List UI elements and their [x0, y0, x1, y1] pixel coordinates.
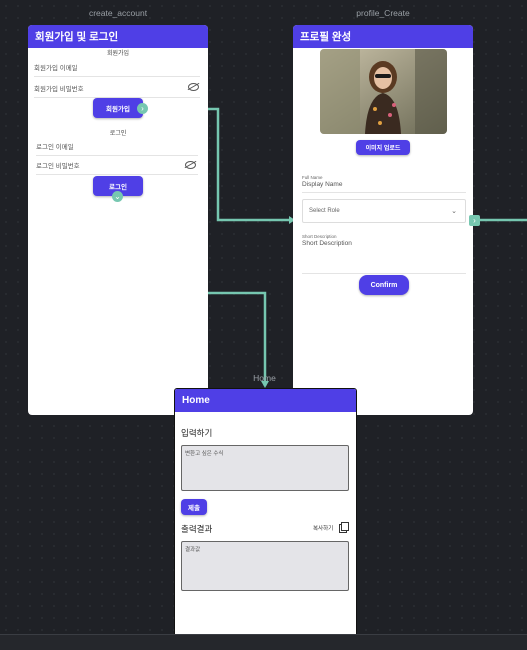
copy-icon[interactable] — [339, 522, 349, 533]
copy-label[interactable]: 복사하기 — [313, 524, 333, 532]
input-heading: 입력하기 — [181, 428, 213, 438]
visibility-off-icon[interactable] — [188, 83, 199, 91]
role-select[interactable]: Select Role ⌄ — [302, 199, 466, 223]
profile-create-screen: 프로필 완성 이미지 업로드 Full Name Display Name Se… — [293, 25, 473, 415]
create-account-screen: 회원가입 및 로그인 회원가입 회원가입 이메일 회원가입 비밀번호 회원가입 … — [28, 25, 208, 415]
login-email-field[interactable]: 로그인 이메일 — [36, 141, 198, 156]
confirm-button[interactable]: Confirm — [359, 275, 409, 295]
frame-label-profile-create: profile_Create — [356, 8, 410, 18]
signup-email-field[interactable]: 회원가입 이메일 — [34, 62, 200, 77]
short-desc-label: Short Description — [302, 234, 337, 239]
frame-label-create-account: create_account — [88, 8, 148, 18]
output-heading: 출력결과 — [181, 524, 213, 534]
connector-handle-icon[interactable]: › — [137, 103, 148, 114]
visibility-off-icon[interactable] — [185, 161, 196, 169]
signup-password-field[interactable]: 회원가입 비밀번호 — [34, 83, 200, 98]
output-result: 결과값 — [181, 541, 349, 591]
create-account-appbar: 회원가입 및 로그인 — [28, 25, 208, 48]
signup-section-label: 회원가입 — [106, 51, 130, 57]
fullname-label: Full Name — [302, 175, 323, 180]
profile-title: 프로필 완성 — [300, 31, 352, 43]
connector-handle-icon[interactable]: ⌄ — [112, 191, 123, 202]
frame-label-home: Home — [253, 373, 276, 383]
home-appbar: Home — [175, 389, 356, 412]
profile-appbar: 프로필 완성 — [293, 25, 473, 48]
canvas-bottom-bar — [0, 634, 527, 650]
login-section-label: 로그인 — [109, 131, 127, 137]
upload-image-button[interactable]: 이미지 업로드 — [356, 140, 410, 155]
short-desc-field[interactable]: Short Description — [302, 240, 466, 274]
fullname-field[interactable]: Display Name — [302, 181, 466, 193]
chevron-down-icon: ⌄ — [451, 208, 457, 215]
submit-button[interactable]: 제출 — [181, 499, 207, 515]
login-password-field[interactable]: 로그인 비밀번호 — [36, 160, 198, 175]
home-screen: Home 입력하기 변환고 싶은 수식 제출 출력결과 복사하기 결과값 — [174, 388, 357, 640]
profile-photo — [320, 49, 447, 134]
home-title: Home — [182, 395, 210, 406]
formula-input[interactable]: 변환고 싶은 수식 — [181, 445, 349, 491]
signup-button[interactable]: 회원가입 — [93, 98, 143, 118]
connector-handle-icon[interactable]: › — [469, 215, 480, 226]
create-account-title: 회원가입 및 로그인 — [35, 31, 119, 43]
